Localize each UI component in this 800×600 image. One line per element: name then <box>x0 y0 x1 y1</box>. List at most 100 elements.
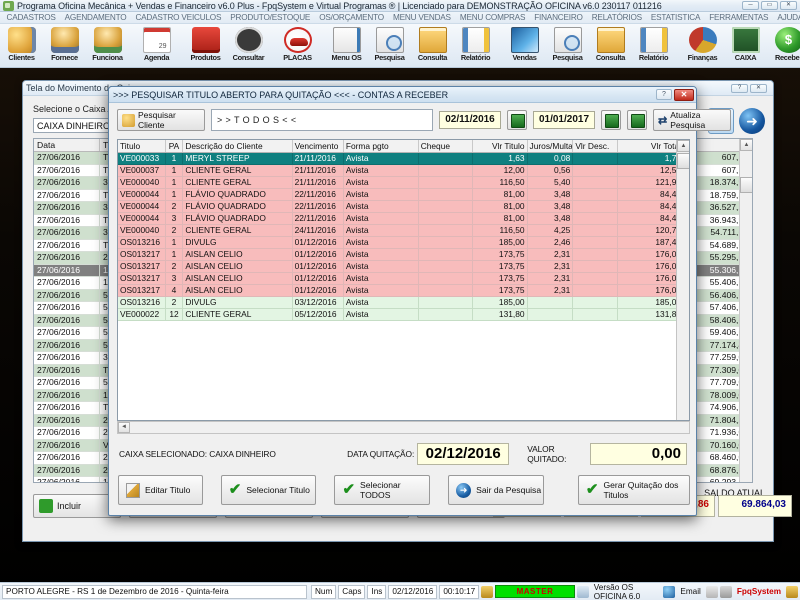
toolbar-button-label: Consulta <box>595 53 626 62</box>
titulos-col-descri-o-do-cliente[interactable]: Descrição do Cliente <box>183 140 293 152</box>
cliente-filter-input[interactable]: > > T O D O S < < <box>211 109 433 131</box>
titulo-row[interactable]: VE000033 1 MERYL STREEP 21/11/2016 Avista 1,6… <box>118 153 689 165</box>
toolbar-button-caixa[interactable]: CAIXA <box>724 26 767 66</box>
titulo-row[interactable]: OS013217 2 AISLAN CELIO 01/12/2016 Avista 173… <box>118 261 689 273</box>
col-data: Data <box>34 139 100 151</box>
cell-juros: 0,56 <box>527 165 574 177</box>
scroll-up-arrow[interactable]: ▲ <box>740 139 752 151</box>
titulos-col-forma-pgto[interactable]: Forma pgto <box>344 140 419 152</box>
titulos-col-vlr-total[interactable]: Vlr Total <box>618 140 685 152</box>
cell-data: 27/06/2016 <box>34 289 100 301</box>
titulos-col-pa[interactable]: PA <box>166 140 184 152</box>
titulo-row[interactable]: VE000044 3 FLÁVIO QUADRADO 22/11/2016 Avista… <box>118 213 689 225</box>
titulo-row[interactable]: VE000022 12 CLIENTE GERAL 05/12/2016 Avista 1… <box>118 309 689 321</box>
titulos-col-cheque[interactable]: Cheque <box>419 140 473 152</box>
titulo-row[interactable]: OS013217 3 AISLAN CELIO 01/12/2016 Avista 173… <box>118 273 689 285</box>
dialog-selecionar-todos-button[interactable]: ✔ Selecionar TODOS <box>334 475 431 505</box>
menu-item-ajuda[interactable]: AJUDA <box>773 13 800 22</box>
scroll-thumb[interactable] <box>740 177 752 193</box>
titulos-scroll-thumb[interactable] <box>677 153 689 169</box>
toolbar-button-finan-as[interactable]: Finanças <box>681 26 724 66</box>
toolbar-button-receber[interactable]: Receber <box>767 26 800 66</box>
menu-item-estatistica[interactable]: ESTATISTICA <box>646 13 704 22</box>
close-button[interactable]: ✕ <box>780 1 797 10</box>
pesquisar-cliente-button[interactable]: Pesquisar Cliente <box>117 109 205 131</box>
printer-report-icon <box>639 27 668 53</box>
titulo-row[interactable]: OS013217 4 AISLAN CELIO 01/12/2016 Avista 173… <box>118 285 689 297</box>
menu-item-agendamento[interactable]: AGENDAMENTO <box>60 13 131 22</box>
titulos-col-titulo[interactable]: Titulo <box>118 140 166 152</box>
titulos-col-vlr-desc-[interactable]: Vlr Desc. <box>573 140 619 152</box>
toolbar-button-vendas[interactable]: Vendas <box>503 26 546 66</box>
bgwin-help-button[interactable]: ? <box>731 83 748 93</box>
menu-item-menu-vendas[interactable]: MENU VENDAS <box>388 13 455 22</box>
toolbar-button-relat-rio[interactable]: Relatório <box>632 26 675 66</box>
titulo-row[interactable]: OS013216 1 DIVULG 01/12/2016 Avista 185,00 2,4… <box>118 237 689 249</box>
movimento-grid-scrollbar[interactable]: ▲ <box>739 139 752 482</box>
calendar-icon <box>142 27 171 53</box>
toolbar-button-pesquisa[interactable]: Pesquisa <box>368 26 411 66</box>
date-from-field[interactable]: 02/11/2016 <box>439 111 501 129</box>
titulo-row[interactable]: OS013216 2 DIVULG 03/12/2016 Avista 185,00 185… <box>118 297 689 309</box>
toolbar-button-consulta[interactable]: Consulta <box>589 26 632 66</box>
dialog-close-button[interactable]: ✕ <box>674 88 694 101</box>
titulos-scroll-left-arrow[interactable]: ◄ <box>118 422 130 433</box>
titulo-row[interactable]: VE000044 1 FLÁVIO QUADRADO 22/11/2016 Avista… <box>118 189 689 201</box>
titulos-scroll-up-arrow[interactable]: ▲ <box>677 140 689 152</box>
titulos-grid[interactable]: Titulo PA Descrição do Cliente Vencimento Fo… <box>117 139 690 421</box>
titulos-col-juros-multa[interactable]: Juros/Multa <box>528 140 574 152</box>
titulos-col-vlr-titulo[interactable]: Vlr Titulo <box>473 140 528 152</box>
forward-arrow-button[interactable] <box>739 108 765 134</box>
printer-icon[interactable] <box>705 585 718 598</box>
toolbar-button-fornece[interactable]: Fornece <box>43 26 86 66</box>
toolbar-button-consulta[interactable]: Consulta <box>411 26 454 66</box>
titulo-row[interactable]: VE000044 2 FLÁVIO QUADRADO 22/11/2016 Avista… <box>118 201 689 213</box>
dialog-gerar-quita-o-dos-titulos-button[interactable]: ✔ Gerar Quitação dos Titulos <box>577 475 690 505</box>
toolbar-button-clientes[interactable]: Clientes <box>0 26 43 66</box>
network-icon[interactable] <box>719 585 732 598</box>
dialog-help-button[interactable]: ? <box>656 89 672 100</box>
menu-item-menu-compras[interactable]: MENU COMPRAS <box>455 13 529 22</box>
menu-item-os-or-amento[interactable]: OS/ORÇAMENTO <box>315 13 389 22</box>
menu-item-cadastros[interactable]: CADASTROS <box>2 13 60 22</box>
minimize-button[interactable]: ─ <box>742 1 759 10</box>
titulo-row[interactable]: VE000037 1 CLIENTE GERAL 21/11/2016 Avista 12… <box>118 165 689 177</box>
service-order-icon <box>332 27 361 53</box>
status-email[interactable]: Email <box>677 585 703 599</box>
dialog-editar-titulo-button[interactable]: Editar Titulo <box>118 475 203 505</box>
cell-juros: 2,31 <box>527 285 574 297</box>
bgwin-close-button[interactable]: ✕ <box>750 83 767 93</box>
titulo-row[interactable]: OS013217 1 AISLAN CELIO 01/12/2016 Avista 173… <box>118 249 689 261</box>
menu-item-ferramentas[interactable]: FERRAMENTAS <box>705 13 773 22</box>
toolbar-button-produtos[interactable]: Produtos <box>184 26 227 66</box>
calendar-extra-icon[interactable] <box>627 110 647 130</box>
titulo-row[interactable]: VE000040 1 CLIENTE GERAL 21/11/2016 Avista 11… <box>118 177 689 189</box>
maximize-button[interactable]: ▭ <box>761 1 778 10</box>
toolbar-button-funciona[interactable]: Funciona <box>86 26 129 66</box>
date-to-field[interactable]: 01/01/2017 <box>533 111 595 129</box>
calendar-to-icon[interactable] <box>601 110 621 130</box>
exit-arrow-icon: ➜ <box>456 482 472 498</box>
toolbar-button-relat-rio[interactable]: Relatório <box>454 26 497 66</box>
toolbar-button-pesquisa[interactable]: Pesquisa <box>546 26 589 66</box>
titulos-grid-vscrollbar[interactable]: ▲ <box>676 140 689 420</box>
toolbar-button-label: Finanças <box>687 53 718 62</box>
titulo-row[interactable]: VE000040 2 CLIENTE GERAL 24/11/2016 Avista 11… <box>118 225 689 237</box>
menu-item-financeiro[interactable]: FINANCEIRO <box>530 13 588 22</box>
toolbar-button-placas[interactable]: PLACAS <box>276 26 319 66</box>
cell-pa: 1 <box>165 237 184 249</box>
dialog-selecionar-titulo-button[interactable]: ✔ Selecionar Titulo <box>220 475 317 505</box>
titulos-grid-hscrollbar[interactable]: ◄ <box>117 421 690 434</box>
atualiza-pesquisa-button[interactable]: ⇄ Atualiza Pesquisa <box>653 109 731 131</box>
menu-item-produto-estoque[interactable]: PRODUTO/ESTOQUE <box>226 13 315 22</box>
calendar-from-icon[interactable] <box>507 110 527 130</box>
data-quitacao-value[interactable]: 02/12/2016 <box>417 443 510 465</box>
menu-item-cadastro-veiculos[interactable]: CADASTRO VEICULOS <box>131 13 226 22</box>
dialog-sair-da-pesquisa-button[interactable]: ➜ Sair da Pesquisa <box>448 475 544 505</box>
toolbar-button-agenda[interactable]: Agenda <box>135 26 178 66</box>
printer-report-icon <box>461 27 490 53</box>
menu-item-relat-rios[interactable]: RELATÓRIOS <box>587 13 646 22</box>
toolbar-button-consultar[interactable]: Consultar <box>227 26 270 66</box>
titulos-col-vencimento[interactable]: Vencimento <box>293 140 344 152</box>
toolbar-button-menu-os[interactable]: Menu OS <box>325 26 368 66</box>
